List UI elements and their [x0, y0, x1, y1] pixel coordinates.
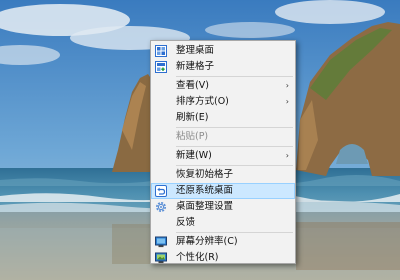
menu-item-screen-resolution[interactable]: 屏幕分辨率(C)	[151, 234, 295, 250]
desktop-context-menu: 整理桌面 新建格子 查看(V) › 排序方式(O) › 刷新(E) 粘贴(P) …	[150, 40, 296, 264]
menu-item-view[interactable]: 查看(V) ›	[151, 78, 295, 94]
fences-organize-icon	[155, 45, 167, 57]
menu-item-paste[interactable]: 粘贴(P)	[151, 129, 295, 145]
menu-separator	[176, 127, 293, 128]
menu-item-feedback[interactable]: 反馈	[151, 215, 295, 231]
menu-item-label: 排序方式(O)	[176, 96, 229, 107]
menu-separator	[176, 165, 293, 166]
menu-item-restore-initial-fences[interactable]: 恢复初始格子	[151, 167, 295, 183]
chevron-right-icon: ›	[285, 97, 289, 106]
gear-icon	[156, 202, 166, 212]
chevron-right-icon: ›	[285, 151, 289, 160]
menu-item-restore-system-desktop[interactable]: 还原系统桌面	[151, 183, 295, 199]
menu-item-personalize[interactable]: 个性化(R)	[151, 250, 295, 266]
menu-item-label: 恢复初始格子	[176, 169, 234, 180]
display-icon	[155, 236, 167, 248]
menu-item-label: 新建格子	[176, 61, 215, 72]
personalize-icon	[155, 252, 167, 264]
menu-item-new-fence[interactable]: 新建格子	[151, 59, 295, 75]
chevron-right-icon: ›	[285, 81, 289, 90]
menu-item-label: 查看(V)	[176, 80, 209, 91]
menu-item-label: 刷新(E)	[176, 112, 209, 123]
menu-item-label: 粘贴(P)	[176, 131, 209, 142]
menu-separator	[176, 76, 293, 77]
menu-item-organize-desktop[interactable]: 整理桌面	[151, 43, 295, 59]
menu-item-label: 桌面整理设置	[176, 201, 234, 212]
menu-item-new[interactable]: 新建(W) ›	[151, 148, 295, 164]
menu-separator	[176, 146, 293, 147]
menu-item-label: 整理桌面	[176, 45, 215, 56]
menu-item-sort-by[interactable]: 排序方式(O) ›	[151, 94, 295, 110]
fences-new-icon	[155, 61, 167, 73]
menu-item-label: 个性化(R)	[176, 252, 219, 263]
menu-item-refresh[interactable]: 刷新(E)	[151, 110, 295, 126]
menu-separator	[176, 232, 293, 233]
menu-item-desktop-settings[interactable]: 桌面整理设置	[151, 199, 295, 215]
menu-item-label: 反馈	[176, 217, 196, 228]
menu-item-label: 新建(W)	[176, 150, 212, 161]
menu-item-label: 还原系统桌面	[176, 185, 234, 196]
menu-item-label: 屏幕分辨率(C)	[176, 236, 238, 247]
undo-icon	[155, 185, 167, 197]
